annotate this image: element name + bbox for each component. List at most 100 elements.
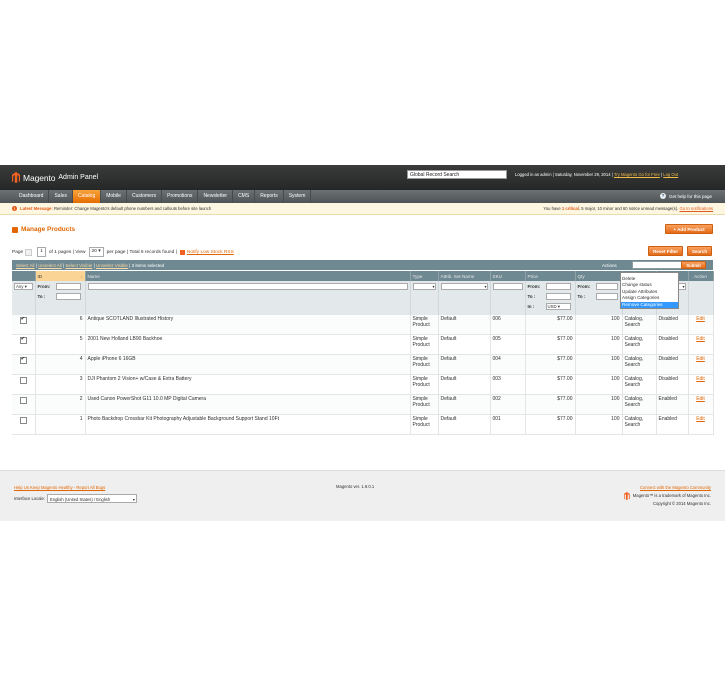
select-visible-link[interactable]: Select Visible (65, 263, 92, 268)
nav-item-mobile[interactable]: Mobile (101, 190, 127, 203)
nav-item-customers[interactable]: Customers (127, 190, 163, 203)
critical-count[interactable]: 1 critical (562, 206, 579, 211)
edit-link[interactable]: Edit (696, 416, 705, 422)
edit-link[interactable]: Edit (696, 336, 705, 342)
table-row[interactable]: 2 Used Canon PowerShot G11 10.0 MP Digita… (12, 394, 714, 415)
row-price: $77.00 (525, 334, 576, 355)
row-checkbox[interactable] (19, 356, 27, 364)
any-select[interactable]: Any ▾ (14, 283, 33, 290)
add-product-button[interactable]: + Add Product (665, 224, 713, 234)
products-grid: ID ↓ Name Type Attrib. Set Name SKU Price… (12, 271, 714, 435)
filter-sku (490, 281, 526, 315)
row-checkbox[interactable] (19, 336, 27, 344)
reset-filter-button[interactable]: Reset Filter (648, 246, 683, 256)
rss-icon (179, 249, 185, 255)
magento-logo[interactable]: Magento Admin Panel (12, 171, 98, 184)
nav-item-catalog[interactable]: Catalog (72, 190, 102, 203)
col-id[interactable]: ID ↓ (35, 271, 86, 281)
table-row[interactable]: 6Antique SCOTLAND Illustrated HistorySim… (12, 315, 714, 335)
qty-to-input[interactable] (595, 293, 618, 300)
edit-link[interactable]: Edit (696, 316, 705, 322)
id-from-input[interactable] (55, 283, 81, 290)
table-row[interactable]: 3 DJI Phantom 2 Vision+ w/Case & Extra Ba… (12, 374, 714, 395)
row-qty: 100 (575, 374, 623, 395)
nav-item-cms[interactable]: CMS (233, 190, 256, 203)
low-stock-rss-link[interactable]: Notify Low Stock RSS (187, 250, 234, 255)
row-visibility: Catalog, Search (622, 374, 657, 395)
type-filter-select[interactable]: ▾ (412, 283, 436, 290)
actions-dropdown[interactable]: Delete Change status Update Attributes Assi… (620, 272, 679, 309)
go-to-notifications-link[interactable]: Go to notifications (679, 206, 713, 211)
attrib-set-filter-select[interactable]: ▾ (440, 283, 488, 290)
row-status: Disabled (656, 334, 689, 355)
prev-page-icon[interactable] (25, 248, 33, 256)
search-button[interactable]: Search (687, 246, 712, 256)
row-select-cell (12, 374, 36, 395)
col-sku[interactable]: SKU (490, 271, 526, 281)
select-all-link[interactable]: Select All (16, 263, 35, 268)
unselect-all-link[interactable]: Unselect All (38, 263, 62, 268)
products-icon (12, 226, 18, 233)
logout-link[interactable]: Log Out (663, 172, 678, 177)
row-status: Disabled (656, 354, 689, 375)
footer-left: Help Us Keep Magento Healthy - Report Al… (14, 485, 137, 503)
table-row[interactable]: 52001 New Holland LB90 BackhoeSimple Pro… (12, 334, 714, 355)
latest-message-text: Reminder: Change Magento's default phone… (53, 206, 212, 211)
page-title-text: Manage Products (21, 226, 76, 233)
filter-select: Any ▾ (12, 281, 36, 315)
price-to-label: To : (527, 293, 536, 299)
row-sku: 003 (490, 374, 526, 395)
col-attrib-set[interactable]: Attrib. Set Name (438, 271, 491, 281)
action-option[interactable]: Remove Categories (621, 301, 678, 308)
edit-link[interactable]: Edit (696, 396, 705, 402)
nav-item-sales[interactable]: Sales (49, 190, 73, 203)
sku-filter-input[interactable] (492, 283, 523, 290)
nav-item-system[interactable]: System (284, 190, 312, 203)
filter-price: From: To : In : USD ▾ (525, 281, 576, 315)
nav-item-dashboard[interactable]: Dashboard (14, 190, 50, 203)
col-type[interactable]: Type (410, 271, 439, 281)
row-action: Edit (688, 394, 714, 415)
table-row[interactable]: 1 Photo Backdrop Crossbar Kit Photography… (12, 414, 714, 435)
nav-item-promotions[interactable]: Promotions (162, 190, 199, 203)
nav-item-reports[interactable]: Reports (255, 190, 284, 203)
price-to-input[interactable] (545, 293, 571, 300)
table-row[interactable]: 4Apple iPhone 6 16GBSimple ProductDefaul… (12, 354, 714, 375)
id-to-input[interactable] (55, 293, 81, 300)
edit-link[interactable]: Edit (696, 376, 705, 382)
row-select-cell (12, 315, 36, 335)
of-pages: of 1 pages (48, 249, 72, 255)
help-link[interactable]: ? Get help for this page (659, 193, 712, 199)
col-qty[interactable]: Qty (575, 271, 623, 281)
currency-select[interactable]: USD ▾ (545, 303, 571, 310)
items-selected: 3 items selected (131, 262, 165, 268)
nav-item-newsletter[interactable]: Newsletter (198, 190, 234, 203)
name-filter-input[interactable] (87, 283, 408, 290)
row-id: 2 (35, 394, 86, 415)
row-checkbox[interactable] (19, 417, 27, 424)
edit-link[interactable]: Edit (696, 356, 705, 362)
logo-text: Magento (23, 172, 56, 183)
unselect-visible-link[interactable]: Unselect Visible (96, 263, 128, 268)
report-bugs-link[interactable]: Help Us Keep Magento Healthy - Report Al… (14, 485, 137, 490)
community-link[interactable]: Connect with the Magento Community (624, 484, 711, 492)
price-from-label: From: (527, 283, 541, 289)
submit-button[interactable]: Submit (681, 261, 706, 269)
price-from-input[interactable] (545, 283, 571, 290)
row-checkbox[interactable] (19, 316, 27, 324)
row-qty: 100 (575, 334, 623, 355)
global-search-input[interactable]: Global Record Search (407, 170, 507, 179)
row-checkbox[interactable] (19, 397, 27, 404)
row-qty: 100 (575, 414, 623, 435)
row-checkbox[interactable] (19, 377, 27, 384)
page-input[interactable]: 1 (37, 247, 46, 257)
logo-subtitle: Admin Panel (58, 174, 99, 181)
try-magento-go-link[interactable]: Try Magento Go for Free (614, 172, 660, 177)
qty-from-input[interactable] (595, 283, 618, 290)
row-sku: 001 (490, 414, 526, 435)
col-name[interactable]: Name (85, 271, 411, 281)
col-price[interactable]: Price (525, 271, 576, 281)
locale-select[interactable]: English (United States) / English ▾ (46, 494, 137, 503)
per-page-select[interactable]: 20 ▾ (88, 247, 104, 257)
filter-name (85, 281, 411, 315)
